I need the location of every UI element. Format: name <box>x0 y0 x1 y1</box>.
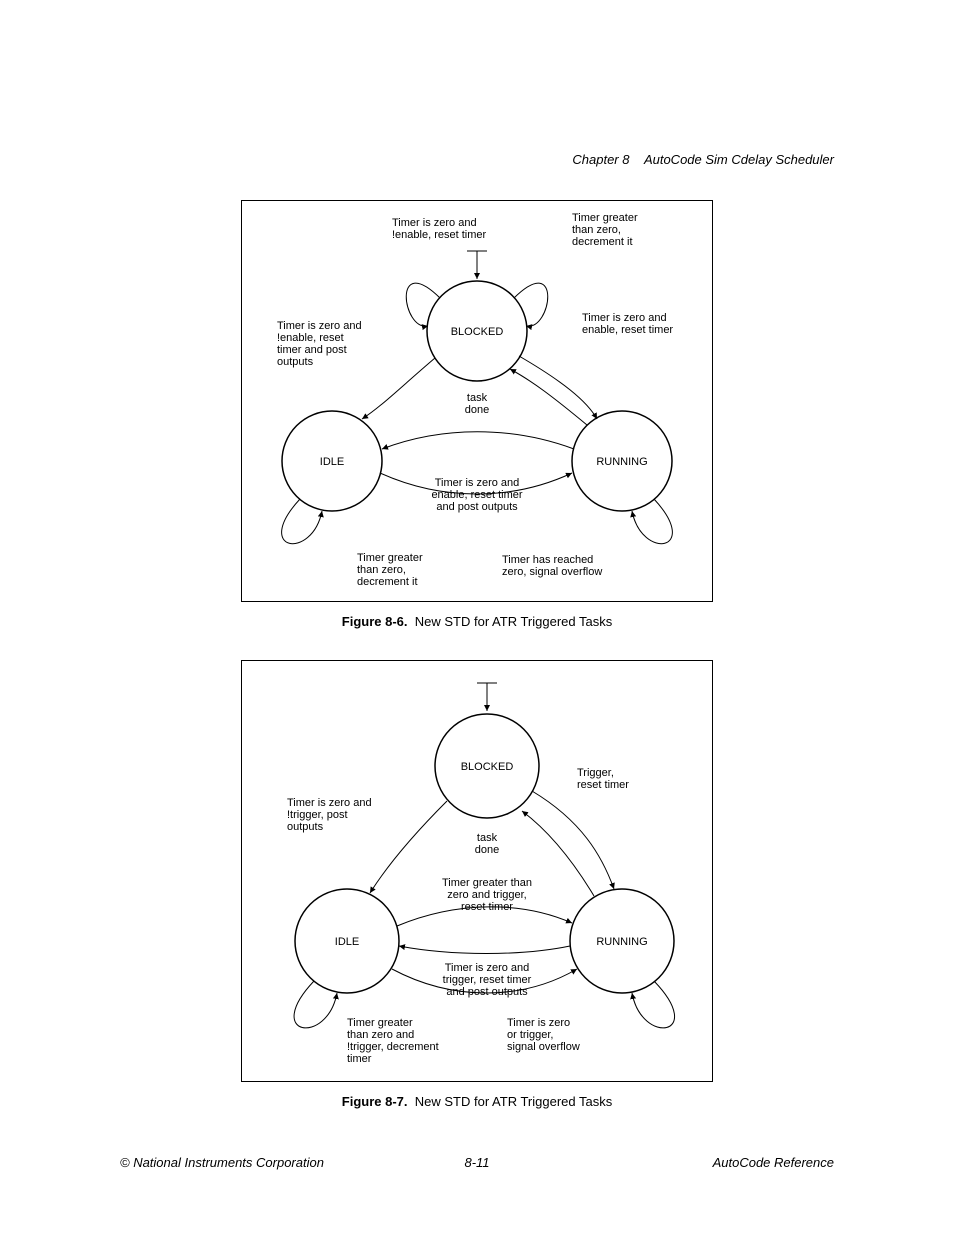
chapter-title: AutoCode Sim Cdelay Scheduler <box>644 152 834 167</box>
label-bot-right: Timer has reachedzero, signal overflow <box>502 554 602 578</box>
label-center: taskdone <box>465 392 489 416</box>
figure-caption-1: Figure 8-6. New STD for ATR Triggered Ta… <box>241 614 713 629</box>
chapter-number: Chapter 8 <box>572 152 629 167</box>
state-running: RUNNING <box>596 456 647 468</box>
lbl2-mid-center: Timer is zero andtrigger, reset timerand… <box>443 962 532 998</box>
page: { "header":{"chapter":"Chapter 8","title… <box>0 0 954 1235</box>
label-mid-right: Timer is zero andenable, reset timer <box>582 312 673 336</box>
figure-8-7: BLOCKED IDLE RUNNING Trigger,reset timer… <box>241 660 713 1109</box>
std-diagram-2: BLOCKED IDLE RUNNING Trigger,reset timer… <box>241 660 713 1082</box>
lbl2-center: taskdone <box>475 832 499 856</box>
page-header: Chapter 8 AutoCode Sim Cdelay Scheduler <box>572 152 834 167</box>
lbl2-top-right: Trigger,reset timer <box>577 767 629 791</box>
label-top-left: Timer is zero and!enable, reset timer <box>392 217 486 241</box>
state-running-2: RUNNING <box>596 936 647 948</box>
state-idle: IDLE <box>320 456 344 468</box>
state-blocked-2: BLOCKED <box>461 761 514 773</box>
lbl2-bot-right: Timer is zeroor trigger,signal overflow <box>507 1017 580 1053</box>
footer-right: AutoCode Reference <box>713 1155 834 1170</box>
state-blocked: BLOCKED <box>451 326 504 338</box>
lbl2-bot-left: Timer greaterthan zero and!trigger, decr… <box>347 1017 439 1065</box>
state-idle-2: IDLE <box>335 936 359 948</box>
lbl2-upper-mid: Timer greater thanzero and trigger,reset… <box>442 877 532 913</box>
figure-caption-2: Figure 8-7. New STD for ATR Triggered Ta… <box>241 1094 713 1109</box>
label-bot-left: Timer greaterthan zero,decrement it <box>357 552 423 588</box>
std-diagram-1: BLOCKED IDLE RUNNING Timer is zero and!e… <box>241 200 713 602</box>
label-mid-center: Timer is zero andenable, reset timerand … <box>431 477 522 513</box>
figure-8-6: BLOCKED IDLE RUNNING Timer is zero and!e… <box>241 200 713 629</box>
lbl2-mid-left: Timer is zero and!trigger, postoutputs <box>287 797 372 833</box>
label-top-right: Timer greaterthan zero,decrement it <box>572 212 638 248</box>
label-mid-left: Timer is zero and!enable, resettimer and… <box>277 320 362 368</box>
